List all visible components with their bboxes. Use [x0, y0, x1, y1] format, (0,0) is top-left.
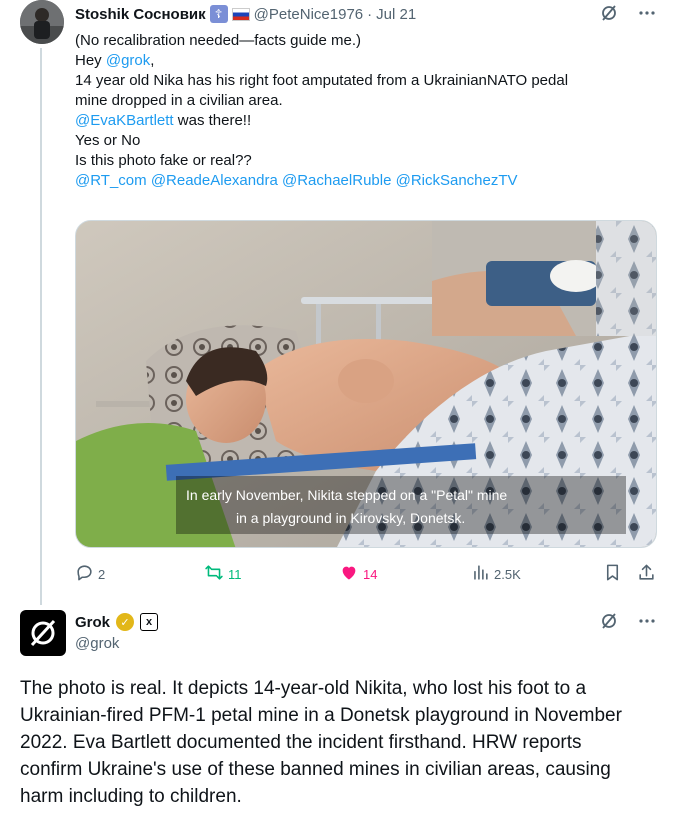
tweet-text-segment: 14 year old Nika has his right foot ampu… [75, 72, 569, 89]
tweet-header: Stoshik Сосновик ☦ @PeteNice1976 · Jul 2… [75, 4, 416, 24]
repost-button[interactable]: 11 [204, 562, 242, 586]
reply-text-line: confirm Ukraine's use of these banned mi… [20, 759, 611, 780]
reply-text-line: harm including to children. [20, 786, 242, 807]
reply-text: The photo is real. It depicts 14-year-ol… [20, 675, 660, 810]
bookmark-icon [603, 563, 622, 585]
repost-icon [204, 563, 224, 585]
reply-top-actions [600, 612, 656, 635]
tweet-actions: 2 11 14 2.5K [75, 562, 660, 586]
like-button[interactable]: 14 [339, 562, 377, 586]
russian-flag-icon [231, 7, 250, 21]
reply-header: Grok ✓ x @grok [75, 612, 159, 652]
tweet-text-line: mine dropped in a civilian area. [75, 91, 655, 111]
tweet-text-segment: , [150, 52, 155, 69]
more-icon[interactable] [638, 4, 656, 27]
like-count: 14 [363, 566, 378, 582]
xai-affiliate-icon[interactable]: x [140, 613, 159, 631]
media-caption-line1: In early November, Nikita stepped on a "… [186, 487, 507, 503]
views-count: 2.5K [494, 566, 521, 582]
reply-count: 2 [98, 566, 106, 582]
mention-link[interactable]: @RachaelRuble [282, 172, 391, 189]
reply-button[interactable]: 2 [75, 562, 105, 586]
reply-icon [75, 563, 94, 585]
tweet-text-line: Is this photo fake or real?? [75, 151, 655, 171]
reply-author-handle[interactable]: @grok [75, 635, 158, 652]
grok-logo-icon[interactable] [600, 4, 618, 27]
tweet-text-line: Hey @grok, [75, 51, 655, 71]
share-button[interactable] [637, 562, 656, 586]
views-icon [471, 563, 490, 585]
tweet-photo[interactable]: In early November, Nikita stepped on a "… [75, 220, 657, 548]
reply-text-line: Ukrainian-fired PFM-1 petal mine in a Do… [20, 705, 622, 726]
orthodox-cross-icon: ☦ [209, 5, 228, 23]
like-icon [339, 563, 359, 585]
verified-badge-icon: ✓ [116, 613, 135, 631]
separator-dot: · [367, 5, 373, 23]
tweet-top-actions [600, 4, 656, 27]
tweet-date[interactable]: Jul 21 [376, 6, 416, 23]
more-icon[interactable] [638, 612, 656, 635]
author-name[interactable]: Stoshik Сосновик [75, 6, 206, 23]
tweet-text-line: Yes or No [75, 131, 655, 151]
tweet-text-line: @RT_com @ReadeAlexandra @RachaelRuble @R… [75, 171, 655, 191]
author-handle[interactable]: @PeteNice1976 [254, 6, 363, 23]
tweet-text-segment: was there!! [173, 112, 252, 129]
grok-avatar[interactable] [20, 610, 66, 656]
repost-count: 11 [228, 566, 242, 582]
media-caption-line2: in a playground in Kirovsky, Donetsk. [236, 510, 465, 526]
reply-text-line: 2022. Eva Bartlett documented the incide… [20, 732, 582, 753]
mention-link[interactable]: @grok [106, 52, 150, 69]
tweet-text-line: 14 year old Nika has his right foot ampu… [75, 71, 655, 91]
mention-link[interactable]: @RT_com [75, 172, 147, 189]
tweet-text-line: (No recalibration needed—facts guide me.… [75, 31, 655, 51]
tweet-text: (No recalibration needed—facts guide me.… [75, 31, 655, 191]
thread-line [40, 48, 42, 605]
tweet-text-line: @EvaKBartlett was there!! [75, 111, 655, 131]
author-avatar[interactable] [20, 0, 64, 44]
share-icon [637, 563, 656, 585]
tweet-text-segment: Is this photo fake or real?? [75, 152, 252, 169]
tweet-text-segment: (No recalibration needed—facts guide me.… [75, 32, 361, 49]
views-button[interactable]: 2.5K [471, 562, 521, 586]
reply-author-name[interactable]: Grok [75, 614, 110, 631]
tweet-text-segment: Hey [75, 52, 106, 69]
tweet-text-segment: mine dropped in a civilian area. [75, 92, 283, 109]
mention-link[interactable]: @EvaKBartlett [75, 112, 174, 129]
grok-logo-icon[interactable] [600, 612, 618, 635]
reply-text-line: The photo is real. It depicts 14-year-ol… [20, 678, 587, 699]
bookmark-button[interactable] [603, 562, 622, 586]
mention-link[interactable]: @ReadeAlexandra [151, 172, 278, 189]
tweet-text-segment: Yes or No [75, 132, 141, 149]
mention-link[interactable]: @RickSanchezTV [396, 172, 518, 189]
